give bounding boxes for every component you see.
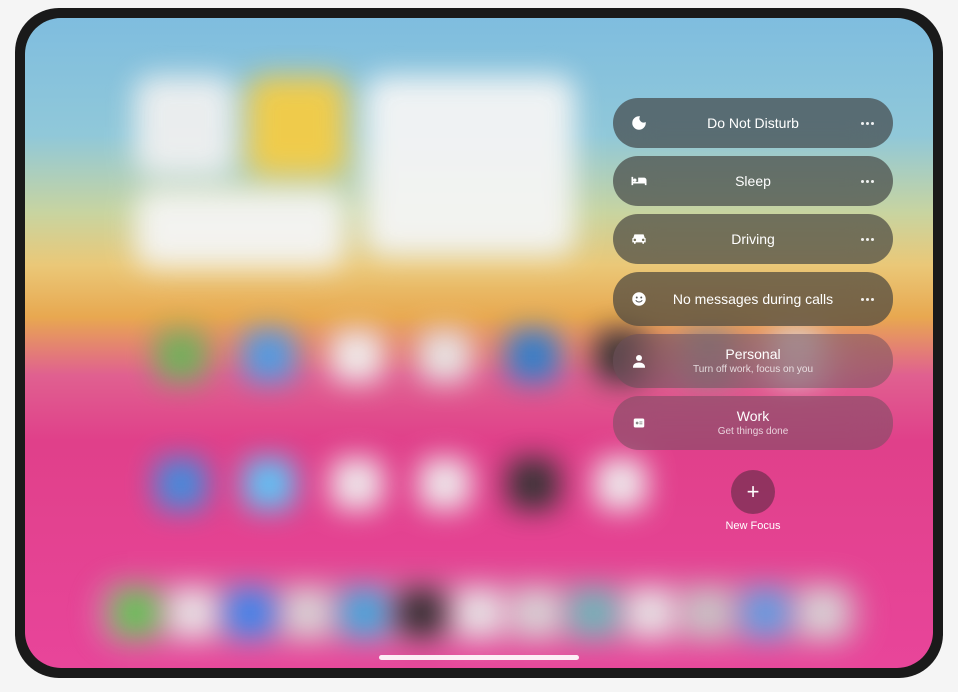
dock-icon-blurred bbox=[112, 589, 159, 637]
person-icon bbox=[629, 351, 649, 371]
focus-item-text: Personal Turn off work, focus on you bbox=[649, 346, 857, 376]
focus-item-do-not-disturb[interactable]: Do Not Disturb bbox=[613, 98, 893, 148]
dock-icon-blurred bbox=[169, 589, 216, 637]
moon-icon bbox=[629, 113, 649, 133]
focus-item-driving[interactable]: Driving bbox=[613, 214, 893, 264]
dock-icon-blurred bbox=[742, 589, 789, 637]
focus-item-text: No messages during calls bbox=[649, 291, 857, 308]
dock-icon-blurred bbox=[513, 589, 560, 637]
focus-item-text: Driving bbox=[649, 231, 857, 248]
focus-item-work[interactable]: Work Get things done bbox=[613, 396, 893, 450]
focus-item-personal[interactable]: Personal Turn off work, focus on you bbox=[613, 334, 893, 388]
app-row-2 bbox=[155, 458, 647, 510]
app-icon-blurred bbox=[155, 458, 207, 510]
dock-icon-blurred bbox=[341, 589, 388, 637]
new-focus-container: + New Focus bbox=[613, 470, 893, 532]
dock-icon-blurred bbox=[398, 589, 445, 637]
plus-icon: + bbox=[747, 479, 760, 505]
dock-icon-blurred bbox=[684, 589, 731, 637]
app-icon-blurred bbox=[507, 330, 559, 382]
smiley-icon bbox=[629, 289, 649, 309]
focus-item-no-messages[interactable]: No messages during calls bbox=[613, 272, 893, 326]
focus-item-sublabel: Turn off work, focus on you bbox=[693, 364, 813, 376]
app-icon-blurred bbox=[243, 458, 295, 510]
focus-modes-panel: Do Not Disturb Sleep bbox=[613, 98, 893, 532]
ellipsis-icon bbox=[861, 180, 874, 183]
app-icon-blurred bbox=[155, 330, 207, 382]
ellipsis-icon bbox=[861, 122, 874, 125]
dock-icon-blurred bbox=[627, 589, 674, 637]
calendar-widget-blurred bbox=[365, 76, 575, 256]
dock-blurred bbox=[94, 578, 864, 648]
focus-item-label: Driving bbox=[731, 231, 775, 248]
focus-item-label: Do Not Disturb bbox=[707, 115, 799, 132]
more-options-button[interactable] bbox=[857, 171, 877, 191]
new-focus-label: New Focus bbox=[725, 520, 780, 532]
dock-icon-blurred bbox=[570, 589, 617, 637]
app-icon-blurred bbox=[419, 330, 471, 382]
bed-icon bbox=[629, 171, 649, 191]
focus-item-label: Sleep bbox=[735, 173, 771, 190]
app-icon-blurred bbox=[419, 458, 471, 510]
notes-widget-blurred bbox=[247, 76, 347, 176]
focus-item-label: No messages during calls bbox=[673, 291, 833, 308]
focus-item-text: Do Not Disturb bbox=[649, 115, 857, 132]
new-focus-button[interactable]: + bbox=[731, 470, 775, 514]
app-icon-blurred bbox=[331, 330, 383, 382]
app-icon-blurred bbox=[243, 330, 295, 382]
home-indicator[interactable] bbox=[379, 655, 579, 660]
more-options-button[interactable] bbox=[857, 113, 877, 133]
clock-widget-blurred bbox=[135, 76, 235, 176]
dock-icon-blurred bbox=[799, 589, 846, 637]
ipad-device-frame: Do Not Disturb Sleep bbox=[15, 8, 943, 678]
focus-item-text: Sleep bbox=[649, 173, 857, 190]
focus-item-text: Work Get things done bbox=[649, 408, 857, 438]
badge-icon bbox=[629, 413, 649, 433]
ipad-screen: Do Not Disturb Sleep bbox=[25, 18, 933, 668]
focus-item-label: Personal bbox=[725, 346, 780, 363]
more-options-button[interactable] bbox=[857, 289, 877, 309]
ellipsis-icon bbox=[861, 238, 874, 241]
car-icon bbox=[629, 229, 649, 249]
dock-icon-blurred bbox=[455, 589, 502, 637]
app-icon-blurred bbox=[331, 458, 383, 510]
dock-icon-blurred bbox=[226, 589, 273, 637]
more-options-button[interactable] bbox=[857, 229, 877, 249]
app-icon-blurred bbox=[507, 458, 559, 510]
dock-icon-blurred bbox=[284, 589, 331, 637]
reminders-widget-blurred bbox=[135, 190, 345, 268]
focus-item-sleep[interactable]: Sleep bbox=[613, 156, 893, 206]
focus-item-label: Work bbox=[737, 408, 769, 425]
focus-item-sublabel: Get things done bbox=[718, 426, 789, 438]
ellipsis-icon bbox=[861, 298, 874, 301]
